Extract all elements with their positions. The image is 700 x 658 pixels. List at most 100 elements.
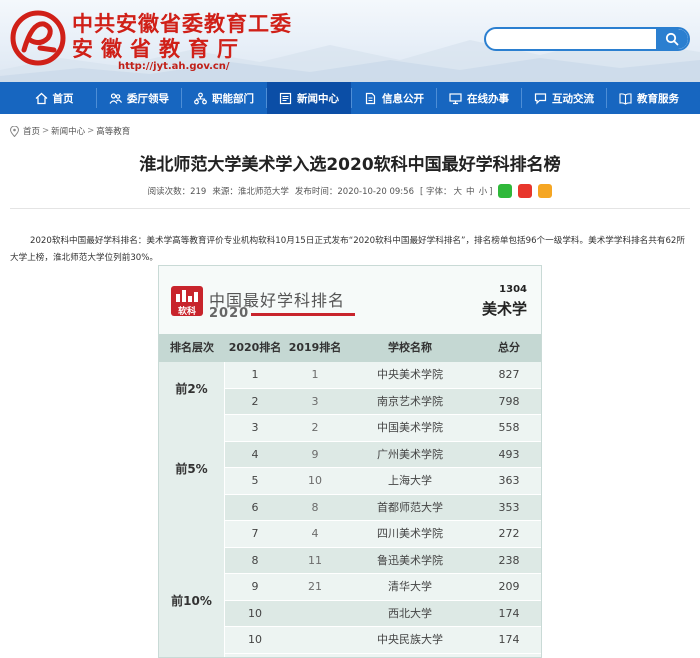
breadcrumb-news[interactable]: 新闻中心 (51, 125, 85, 137)
score-cell: 209 (498, 580, 520, 593)
table-header: 排名层次 2020排名 2019排名 学校名称 总分 (159, 334, 541, 362)
font-size-control: [ 字体：大中小] (420, 185, 492, 197)
nav-label: 教育服务 (637, 92, 679, 105)
home-icon (35, 92, 47, 104)
nav-item-services[interactable]: 教育服务 (607, 82, 691, 114)
school-cell: 中国美术学院 (377, 421, 443, 434)
time-meta: 发布时间：2020-10-20 09:56 (295, 185, 414, 197)
breadcrumb-separator: > (87, 126, 95, 136)
score-cell: 272 (498, 527, 520, 540)
divider (10, 208, 690, 209)
table-row: 1 1 中央美术学院 827 (225, 362, 541, 389)
nav-label: 新闻中心 (297, 92, 339, 105)
site-url[interactable]: http://jyt.ah.gov.cn/ (118, 61, 230, 72)
school-cell: 四川美术学院 (377, 527, 443, 540)
rank-2020-cell: 9 (251, 580, 259, 593)
weibo-share-icon[interactable] (518, 184, 533, 198)
logo-text: 软科 (177, 307, 196, 317)
nav-item-departments[interactable]: 职能部门 (182, 82, 266, 114)
rank-2020-cell: 10 (248, 633, 262, 646)
monitor-icon (449, 92, 462, 104)
font-medium-button[interactable]: 中 (466, 187, 475, 197)
views-meta: 阅读次数：219 (148, 185, 207, 197)
nav-item-interaction[interactable]: 互动交流 (522, 82, 606, 114)
rank-2019-cell: 2 (311, 421, 319, 434)
table-row: 6 8 首都师范大学 353 (225, 494, 541, 521)
tier-label: 前10% (159, 521, 225, 657)
table-row: 10 中央民族大学 174 (225, 627, 541, 654)
rank-2020-cell: 10 (248, 606, 262, 620)
heading-underline (251, 313, 355, 316)
nav-label: 职能部门 (212, 92, 254, 105)
rank-2020-cell: 3 (251, 421, 259, 434)
people-icon (109, 92, 122, 104)
time-label: 发布时间： (294, 187, 338, 197)
score-cell: 174 (498, 606, 520, 620)
school-cell: 中央民族大学 (377, 633, 443, 646)
source-meta: 来源：淮北师范大学 (212, 185, 289, 197)
tier-label: 前2% (159, 362, 225, 415)
emblem-icon (10, 10, 66, 66)
school-cell: 西北大学 (388, 606, 432, 620)
nav-label: 信息公开 (382, 92, 424, 105)
table-row: 7 4 四川美术学院 272 (225, 521, 541, 548)
font-small-button[interactable]: 小 (479, 187, 488, 197)
breadcrumb-home[interactable]: 首页 (23, 125, 40, 137)
qzone-share-icon[interactable] (538, 184, 553, 198)
source-label: 来源： (212, 187, 238, 197)
breadcrumb: 首页 > 新闻中心 > 高等教育 (10, 124, 130, 138)
rank-2019-cell (285, 627, 345, 653)
nav-item-news[interactable]: 新闻中心 (267, 82, 351, 114)
school-cell: 鲁迅美术学院 (377, 553, 443, 567)
breadcrumb-separator: > (42, 126, 50, 136)
nav-item-info[interactable]: 信息公开 (352, 82, 436, 114)
table-row: 4 9 广州美术学院 493 (225, 441, 541, 468)
nav-label: 互动交流 (552, 92, 594, 105)
views-count: 219 (190, 187, 207, 197)
rank-2019-cell: 3 (311, 394, 319, 408)
col-school: 学校名称 (388, 341, 432, 354)
article-paragraph: 2020软科中国最好学科排名：美术学高等教育评价专业机构软科10月15日正式发布… (10, 233, 690, 267)
score-cell: 238 (498, 553, 520, 567)
bar-chart-icon (176, 290, 198, 302)
nav-label: 首页 (52, 92, 74, 105)
article-title: 淮北师范大学美术学入选2020软科中国最好学科排名榜 (139, 155, 561, 175)
nav-item-online[interactable]: 在线办事 (437, 82, 521, 114)
ranking-header: 软科 中国最好学科排名 2020 1304 美术学 (159, 266, 541, 334)
score-cell: 493 (498, 447, 520, 461)
nav-label: 在线办事 (467, 92, 509, 105)
subject-name: 美术学 (481, 300, 527, 318)
school-cell: 广州美术学院 (377, 447, 443, 461)
school-cell: 南京艺术学院 (377, 394, 443, 408)
rank-2019-cell (285, 601, 345, 627)
rank-2019-cell: 10 (308, 474, 322, 487)
rank-2019-cell: 9 (311, 447, 319, 461)
org-icon (194, 92, 207, 104)
school-cell: 首都师范大学 (377, 500, 443, 514)
rank-2020-cell: 2 (251, 394, 259, 408)
nav-item-home[interactable]: 首页 (12, 82, 96, 114)
rank-2019-cell: 21 (308, 580, 322, 593)
font-large-button[interactable]: 大 (454, 187, 463, 197)
main-nav: 首页 委厅领导 职能部门 新闻中心 信息公开 在线办事 互动交流 教育服务 (0, 82, 700, 114)
ranking-year: 2020 (209, 306, 250, 321)
time-value: 2020-10-20 09:56 (337, 187, 414, 197)
table-row: 8 11 鲁迅美术学院 238 (225, 547, 541, 574)
font-close: ] (489, 187, 493, 197)
search-button[interactable] (656, 29, 688, 49)
search-input[interactable] (486, 29, 658, 49)
wechat-share-icon[interactable] (498, 184, 513, 198)
col-score: 总分 (498, 341, 520, 354)
rank-2019-cell: 4 (311, 527, 319, 540)
breadcrumb-higher-ed[interactable]: 高等教育 (96, 125, 130, 137)
rank-2019-cell: 1 (311, 368, 319, 381)
col-tier: 排名层次 (170, 341, 214, 354)
news-icon (279, 92, 292, 104)
nav-label: 委厅领导 (127, 92, 169, 105)
table-row: 9 21 清华大学 209 (225, 574, 541, 601)
school-cell: 清华大学 (388, 580, 432, 593)
rank-2019-cell: 11 (308, 553, 322, 567)
nav-item-leaders[interactable]: 委厅领导 (97, 82, 181, 114)
table-row: 2 3 南京艺术学院 798 (225, 388, 541, 415)
article-meta: 阅读次数：219 来源：淮北师范大学 发布时间：2020-10-20 09:56… (0, 184, 700, 198)
